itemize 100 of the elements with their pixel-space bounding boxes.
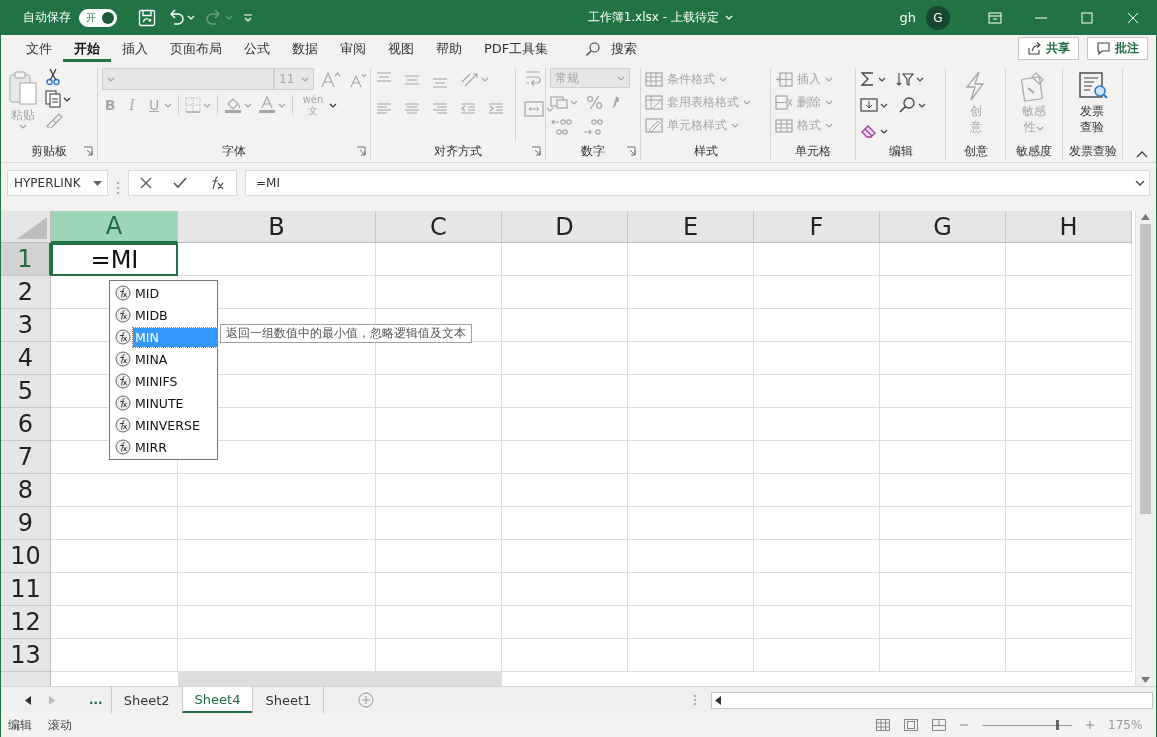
- more-sheets-button[interactable]: ...: [81, 693, 111, 707]
- table-cell[interactable]: [51, 474, 178, 507]
- table-cell[interactable]: [754, 309, 880, 342]
- table-cell[interactable]: [754, 540, 880, 573]
- fill-button[interactable]: [860, 97, 888, 113]
- table-cell[interactable]: [880, 375, 1006, 408]
- splitter-icon[interactable]: [693, 694, 697, 706]
- column-header[interactable]: A: [51, 211, 178, 243]
- column-header[interactable]: E: [628, 211, 754, 243]
- table-cell[interactable]: [754, 243, 880, 276]
- table-cell[interactable]: [628, 474, 754, 507]
- scroll-up-icon[interactable]: [1141, 214, 1150, 220]
- zoom-in-icon[interactable]: [1086, 721, 1094, 729]
- table-cell[interactable]: [51, 639, 178, 672]
- slider-thumb[interactable]: [1055, 719, 1059, 730]
- autosave-toggle[interactable]: 开: [79, 8, 117, 27]
- table-cell[interactable]: [178, 540, 376, 573]
- table-cell[interactable]: [376, 540, 502, 573]
- table-cell[interactable]: [754, 606, 880, 639]
- table-cell[interactable]: [51, 573, 178, 606]
- table-cell[interactable]: [502, 276, 628, 309]
- table-cell[interactable]: [502, 375, 628, 408]
- table-cell[interactable]: [880, 573, 1006, 606]
- table-cell[interactable]: [754, 441, 880, 474]
- select-all-button[interactable]: [1, 211, 51, 243]
- table-cell[interactable]: [880, 408, 1006, 441]
- function-suggestion[interactable]: MINA: [133, 349, 217, 369]
- table-cell[interactable]: [178, 243, 376, 276]
- scroll-thumb[interactable]: [1140, 224, 1151, 514]
- row-header[interactable]: 9: [1, 507, 51, 540]
- table-cell[interactable]: [376, 474, 502, 507]
- user-avatar[interactable]: G: [926, 5, 950, 30]
- row-header[interactable]: 4: [1, 342, 51, 375]
- collapse-ribbon-icon[interactable]: [1136, 150, 1148, 158]
- table-cell[interactable]: [1006, 540, 1132, 573]
- autosum-button[interactable]: [860, 71, 886, 87]
- table-cell[interactable]: [628, 639, 754, 672]
- table-cell[interactable]: [178, 507, 376, 540]
- function-suggestion[interactable]: MINUTE: [133, 393, 217, 413]
- table-cell[interactable]: [754, 474, 880, 507]
- table-cell[interactable]: [880, 441, 1006, 474]
- table-cell[interactable]: [628, 243, 754, 276]
- row-header[interactable]: 6: [1, 408, 51, 441]
- table-cell[interactable]: [1006, 408, 1132, 441]
- table-cell[interactable]: [502, 309, 628, 342]
- row-header[interactable]: 3: [1, 309, 51, 342]
- table-cell[interactable]: [1006, 243, 1132, 276]
- table-cell[interactable]: [628, 309, 754, 342]
- table-cell[interactable]: [1006, 276, 1132, 309]
- table-cell[interactable]: [1006, 474, 1132, 507]
- table-cell[interactable]: [502, 573, 628, 606]
- table-cell[interactable]: [628, 507, 754, 540]
- table-cell[interactable]: [628, 342, 754, 375]
- function-suggestion[interactable]: MIRR: [133, 437, 217, 457]
- search-button[interactable]: 搜索: [585, 35, 638, 62]
- table-cell[interactable]: [376, 243, 502, 276]
- copy-button[interactable]: [45, 90, 71, 108]
- table-cell[interactable]: [754, 408, 880, 441]
- zoom-out-icon[interactable]: [960, 721, 968, 729]
- find-button[interactable]: [898, 96, 926, 114]
- column-header[interactable]: D: [502, 211, 628, 243]
- table-cell[interactable]: [880, 540, 1006, 573]
- table-cell[interactable]: [376, 606, 502, 639]
- table-cell[interactable]: [880, 276, 1006, 309]
- sort-filter-button[interactable]: [896, 71, 924, 87]
- table-cell[interactable]: [1006, 441, 1132, 474]
- row-header[interactable]: 12: [1, 606, 51, 639]
- table-cell[interactable]: [502, 342, 628, 375]
- table-cell[interactable]: [754, 375, 880, 408]
- table-cell[interactable]: [754, 342, 880, 375]
- column-header[interactable]: G: [880, 211, 1006, 243]
- horizontal-scrollbar[interactable]: [711, 691, 1153, 709]
- row-header[interactable]: 10: [1, 540, 51, 573]
- table-cell[interactable]: [880, 639, 1006, 672]
- column-header[interactable]: F: [754, 211, 880, 243]
- table-cell[interactable]: [754, 276, 880, 309]
- table-cell[interactable]: [1006, 375, 1132, 408]
- cancel-icon[interactable]: [139, 177, 152, 189]
- table-cell[interactable]: [880, 342, 1006, 375]
- table-cell[interactable]: [880, 507, 1006, 540]
- table-cell[interactable]: [376, 507, 502, 540]
- table-cell[interactable]: [628, 540, 754, 573]
- normal-view-icon[interactable]: [876, 719, 890, 731]
- table-cell[interactable]: [880, 309, 1006, 342]
- ribbon-tab[interactable]: 审阅: [329, 35, 377, 62]
- maximize-icon[interactable]: [1079, 9, 1095, 26]
- column-header[interactable]: H: [1006, 211, 1132, 243]
- table-cell[interactable]: [628, 375, 754, 408]
- table-cell[interactable]: [754, 639, 880, 672]
- table-cell[interactable]: [502, 408, 628, 441]
- table-cell[interactable]: [376, 573, 502, 606]
- column-header[interactable]: C: [376, 211, 502, 243]
- function-suggestion[interactable]: MINVERSE: [133, 415, 217, 435]
- scroll-thumb[interactable]: [178, 672, 502, 686]
- invoice-check-button[interactable]: 发票查验: [1073, 68, 1112, 142]
- table-cell[interactable]: [502, 243, 628, 276]
- previous-sheet-icon[interactable]: [25, 695, 31, 705]
- table-cell[interactable]: [1006, 573, 1132, 606]
- active-cell[interactable]: =MI: [51, 243, 178, 276]
- vertical-scrollbar[interactable]: [1135, 211, 1155, 686]
